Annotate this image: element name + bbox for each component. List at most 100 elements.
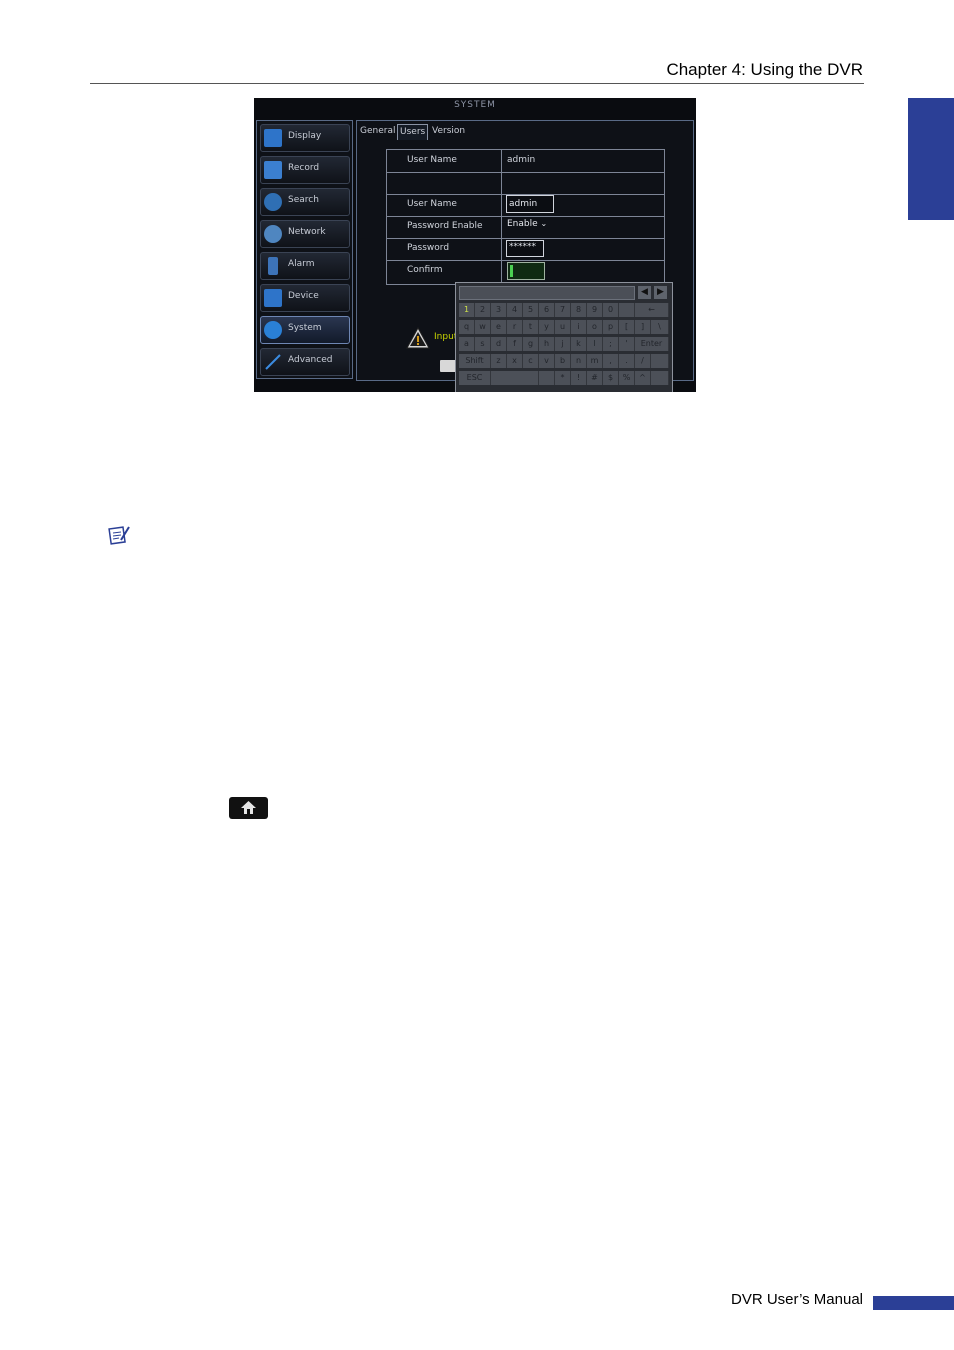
key[interactable]: s xyxy=(475,337,491,351)
key[interactable]: # xyxy=(587,371,603,385)
tab-version[interactable]: Version xyxy=(430,124,467,139)
menu-item-label: Search xyxy=(288,195,319,205)
key[interactable]: n xyxy=(571,354,587,368)
key[interactable]: ' xyxy=(619,337,635,351)
backspace-key[interactable]: ← xyxy=(635,303,669,317)
key[interactable]: p xyxy=(603,320,619,334)
grid-row xyxy=(387,172,664,195)
menu-item-record[interactable]: Record xyxy=(260,156,350,184)
menu-item-display[interactable]: Display xyxy=(260,124,350,152)
password-enable-select[interactable]: Enable ⌄ xyxy=(507,219,547,229)
menu-item-label: System xyxy=(288,323,322,333)
menu-item-label: Alarm xyxy=(288,259,315,269)
key[interactable]: v xyxy=(539,354,555,368)
key[interactable]: w xyxy=(475,320,491,334)
key[interactable]: u xyxy=(555,320,571,334)
warning-text: Input xyxy=(434,332,458,342)
key[interactable]: 9 xyxy=(587,303,603,317)
key[interactable]: j xyxy=(555,337,571,351)
key[interactable]: 2 xyxy=(475,303,491,317)
key[interactable]: z xyxy=(491,354,507,368)
tab-general[interactable]: General xyxy=(358,124,397,139)
footer-bar xyxy=(873,1296,954,1310)
esc-key[interactable]: ESC xyxy=(459,371,491,385)
key[interactable] xyxy=(539,371,555,385)
menu-item-network[interactable]: Network xyxy=(260,220,350,248)
key[interactable]: \ xyxy=(651,320,669,334)
enter-key[interactable]: Enter xyxy=(635,337,669,351)
key[interactable]: 0 xyxy=(603,303,619,317)
text-cursor xyxy=(510,265,513,277)
key[interactable] xyxy=(619,303,635,317)
menu-item-advanced[interactable]: Advanced xyxy=(260,348,350,376)
key[interactable]: , xyxy=(603,354,619,368)
key[interactable]: h xyxy=(539,337,555,351)
key[interactable]: * xyxy=(555,371,571,385)
key[interactable]: ] xyxy=(635,320,651,334)
key[interactable]: 7 xyxy=(555,303,571,317)
key[interactable]: g xyxy=(523,337,539,351)
key[interactable]: b xyxy=(555,354,571,368)
key[interactable]: ; xyxy=(603,337,619,351)
key[interactable]: 5 xyxy=(523,303,539,317)
key[interactable]: 6 xyxy=(539,303,555,317)
space-key[interactable] xyxy=(491,371,539,385)
key[interactable]: % xyxy=(619,371,635,385)
chevron-down-icon: ⌄ xyxy=(540,219,548,228)
menu-item-search[interactable]: Search xyxy=(260,188,350,216)
grid-row: User Name admin xyxy=(387,150,664,173)
key[interactable]: y xyxy=(539,320,555,334)
password-enable-label: Password Enable xyxy=(407,221,483,231)
key[interactable]: ! xyxy=(571,371,587,385)
key[interactable]: c xyxy=(523,354,539,368)
alarm-icon xyxy=(268,257,278,275)
menu-item-device[interactable]: Device xyxy=(260,284,350,312)
key[interactable]: r xyxy=(507,320,523,334)
key[interactable]: $ xyxy=(603,371,619,385)
arrow-left-icon[interactable]: ◀ xyxy=(638,286,651,299)
key[interactable]: k xyxy=(571,337,587,351)
tab-users[interactable]: Users xyxy=(397,124,429,140)
key[interactable]: l xyxy=(587,337,603,351)
chapter-side-tab xyxy=(908,98,954,220)
menu-item-label: Device xyxy=(288,291,319,301)
ok-button[interactable] xyxy=(440,360,456,372)
key[interactable]: a xyxy=(459,337,475,351)
key[interactable]: m xyxy=(587,354,603,368)
key[interactable]: t xyxy=(523,320,539,334)
key[interactable]: i xyxy=(571,320,587,334)
virtual-keyboard: ◀ ▶ 1 2 3 4 5 6 7 8 9 0 ← q w e r t y u … xyxy=(455,282,673,392)
menu-item-system[interactable]: System xyxy=(260,316,350,344)
key[interactable]: x xyxy=(507,354,523,368)
key[interactable]: ^ xyxy=(635,371,651,385)
dvr-screenshot: SYSTEM Display Record Search Network Ala… xyxy=(254,98,696,392)
key[interactable]: q xyxy=(459,320,475,334)
home-button-icon xyxy=(229,797,268,819)
key[interactable] xyxy=(651,371,669,385)
password-field[interactable]: ****** xyxy=(506,240,544,257)
confirm-field[interactable] xyxy=(507,262,545,280)
key[interactable]: / xyxy=(635,354,651,368)
key[interactable]: . xyxy=(619,354,635,368)
key[interactable]: [ xyxy=(619,320,635,334)
key[interactable]: o xyxy=(587,320,603,334)
monitor-icon xyxy=(264,129,282,147)
menu-item-label: Record xyxy=(288,163,320,173)
footer-title: DVR User’s Manual xyxy=(731,1291,863,1308)
key[interactable]: 3 xyxy=(491,303,507,317)
key[interactable]: 4 xyxy=(507,303,523,317)
menu-item-label: Display xyxy=(288,131,322,141)
menu-item-label: Network xyxy=(288,227,326,237)
key[interactable]: d xyxy=(491,337,507,351)
key[interactable]: e xyxy=(491,320,507,334)
key[interactable] xyxy=(651,354,669,368)
key[interactable]: 8 xyxy=(571,303,587,317)
gear-icon xyxy=(264,321,282,339)
key[interactable]: 1 xyxy=(459,303,475,317)
shift-key[interactable]: Shift xyxy=(459,354,491,368)
user-name-field[interactable]: admin xyxy=(506,195,554,213)
menu-item-alarm[interactable]: Alarm xyxy=(260,252,350,280)
arrow-right-icon[interactable]: ▶ xyxy=(654,286,667,299)
key[interactable]: f xyxy=(507,337,523,351)
current-user-label: User Name xyxy=(407,155,457,165)
